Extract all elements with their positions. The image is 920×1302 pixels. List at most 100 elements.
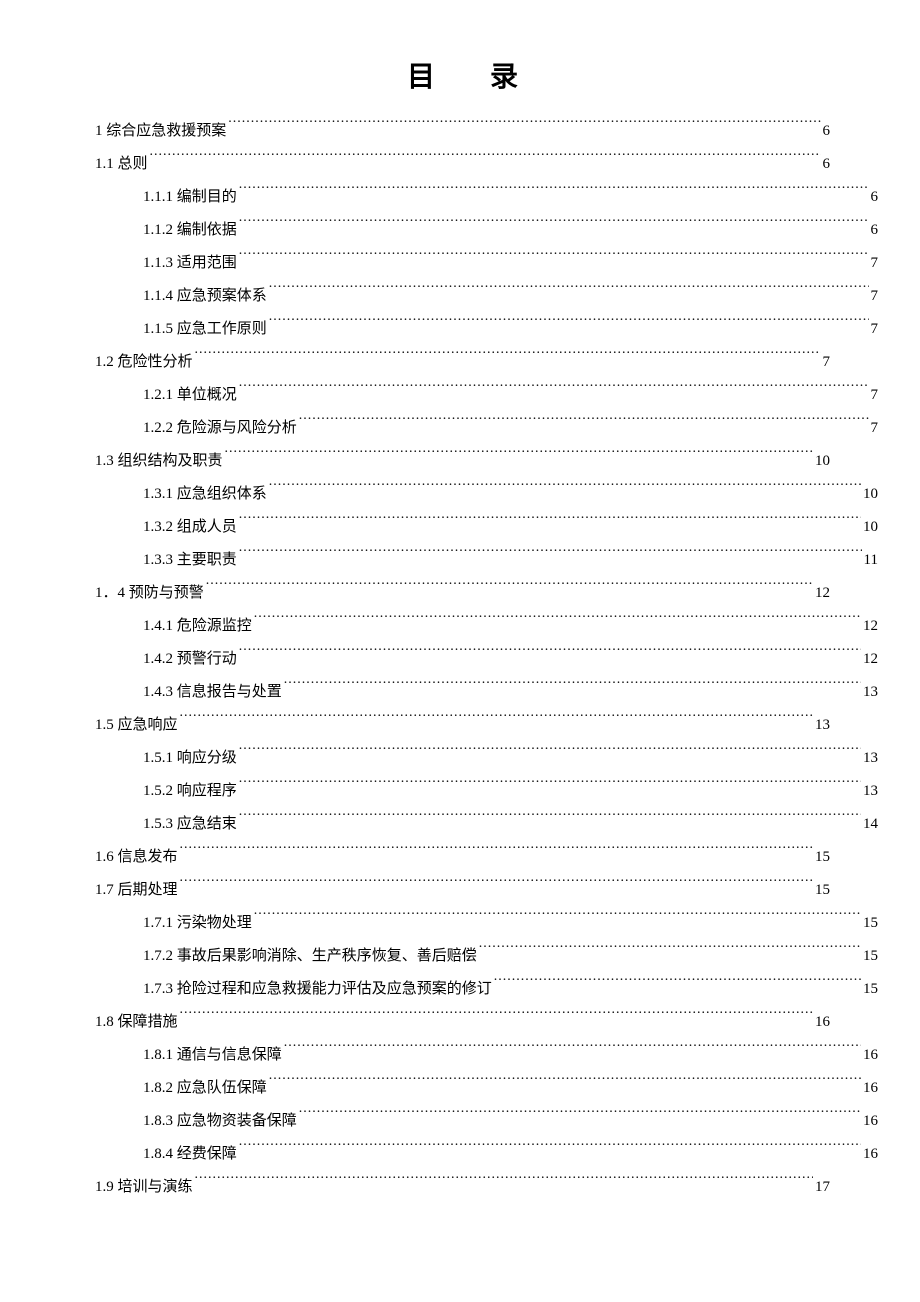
toc-entry: 1.7.1 污染物处理15 bbox=[95, 907, 878, 940]
toc-leader-dots bbox=[269, 483, 861, 498]
toc-leader-dots bbox=[195, 351, 821, 366]
toc-leader-dots bbox=[239, 384, 869, 399]
toc-entry: 1.4.3 信息报告与处置 13 bbox=[95, 676, 878, 709]
toc-leader-dots bbox=[254, 615, 861, 630]
toc-entry-page: 13 bbox=[863, 742, 878, 775]
toc-entry-label: 1.3.2 组成人员 bbox=[143, 511, 237, 544]
toc-leader-dots bbox=[180, 879, 813, 894]
toc-entry-label: 1.4.3 信息报告与处置 bbox=[143, 676, 282, 709]
toc-entry-page: 16 bbox=[863, 1138, 878, 1171]
toc-entry-page: 7 bbox=[871, 379, 879, 412]
toc-entry-page: 17 bbox=[815, 1171, 830, 1204]
toc-leader-dots bbox=[269, 285, 869, 300]
toc-entry-page: 15 bbox=[815, 841, 830, 874]
toc-leader-dots bbox=[239, 813, 861, 828]
toc-entry-label: 1.6 信息发布 bbox=[95, 841, 178, 874]
toc-entry-label: 1.3.1 应急组织体系 bbox=[143, 478, 267, 511]
toc-entry-page: 10 bbox=[815, 445, 830, 478]
toc-leader-dots bbox=[150, 153, 821, 168]
toc-entry-page: 6 bbox=[823, 115, 831, 148]
toc-entry-page: 13 bbox=[863, 676, 878, 709]
toc-entry: 1.1.2 编制依据 6 bbox=[95, 214, 878, 247]
toc-entry-label: 1.4.1 危险源监控 bbox=[143, 610, 252, 643]
toc-entry-label: 1.5.1 响应分级 bbox=[143, 742, 237, 775]
toc-entry-page: 10 bbox=[863, 511, 878, 544]
toc-entry: 1.4.1 危险源监控 12 bbox=[95, 610, 878, 643]
toc-entry: 1.7.3 抢险过程和应急救援能力评估及应急预案的修订15 bbox=[95, 973, 878, 1006]
toc-entry-label: 1.1.4 应急预案体系 bbox=[143, 280, 267, 313]
toc-entry-page: 6 bbox=[823, 148, 831, 181]
toc-entry-label: 1．4 预防与预警 bbox=[95, 577, 204, 610]
toc-entry-label: 1.3 组织结构及职责 bbox=[95, 445, 223, 478]
toc-leader-dots bbox=[225, 450, 813, 465]
toc-entry-page: 12 bbox=[815, 577, 830, 610]
toc-leader-dots bbox=[239, 780, 861, 795]
toc-entry-label: 1.1.1 编制目的 bbox=[143, 181, 237, 214]
toc-entry: 1.6 信息发布 15 bbox=[95, 841, 830, 874]
toc-entry-label: 1.5.3 应急结束 bbox=[143, 808, 237, 841]
toc-leader-dots bbox=[239, 549, 862, 564]
toc-entry-label: 1.1.2 编制依据 bbox=[143, 214, 237, 247]
toc-entry-page: 7 bbox=[823, 346, 831, 379]
toc-entry: 1.3.3 主要职责 11 bbox=[95, 544, 878, 577]
toc-entry-label: 1.2.2 危险源与风险分析 bbox=[143, 412, 297, 445]
toc-entry: 1.8 保障措施16 bbox=[95, 1006, 830, 1039]
toc-leader-dots bbox=[239, 1143, 861, 1158]
toc-entry-label: 1.8.3 应急物资装备保障 bbox=[143, 1105, 297, 1138]
toc-entry-label: 1.5 应急响应 bbox=[95, 709, 178, 742]
toc-leader-dots bbox=[239, 747, 861, 762]
toc-leader-dots bbox=[299, 417, 869, 432]
toc-leader-dots bbox=[284, 681, 861, 696]
toc-entry-page: 7 bbox=[871, 247, 879, 280]
toc-entry: 1.1.3 适用范围 7 bbox=[95, 247, 878, 280]
toc-entry-label: 1.1.3 适用范围 bbox=[143, 247, 237, 280]
toc-entry-label: 1.7.3 抢险过程和应急救援能力评估及应急预案的修订 bbox=[143, 973, 492, 1006]
toc-entry: 1.4.2 预警行动12 bbox=[95, 643, 878, 676]
toc-entry-label: 1.7.2 事故后果影响消除、生产秩序恢复、善后赔偿 bbox=[143, 940, 477, 973]
toc-entry-page: 12 bbox=[863, 610, 878, 643]
toc-entry-page: 10 bbox=[863, 478, 878, 511]
toc-leader-dots bbox=[299, 1110, 861, 1125]
toc-leader-dots bbox=[239, 516, 861, 531]
toc-entry-page: 13 bbox=[863, 775, 878, 808]
toc-entry: 1 综合应急救援预案6 bbox=[95, 115, 830, 148]
toc-leader-dots bbox=[206, 582, 813, 597]
toc-leader-dots bbox=[284, 1044, 861, 1059]
toc-entry: 1.8.1 通信与信息保障16 bbox=[95, 1039, 878, 1072]
toc-entry-page: 16 bbox=[863, 1072, 878, 1105]
toc-leader-dots bbox=[239, 252, 869, 267]
toc-leader-dots bbox=[180, 1011, 813, 1026]
toc-entry-page: 16 bbox=[863, 1039, 878, 1072]
toc-leader-dots bbox=[269, 1077, 861, 1092]
toc-entry-page: 7 bbox=[871, 313, 879, 346]
toc-entry: 1.7 后期处理15 bbox=[95, 874, 830, 907]
toc-entry-label: 1.1.5 应急工作原则 bbox=[143, 313, 267, 346]
toc-entry-label: 1.1 总则 bbox=[95, 148, 148, 181]
toc-entry-label: 1.9 培训与演练 bbox=[95, 1171, 193, 1204]
toc-leader-dots bbox=[254, 912, 861, 927]
toc-entry: 1.5.2 响应程序 13 bbox=[95, 775, 878, 808]
toc-leader-dots bbox=[180, 846, 813, 861]
toc-leader-dots bbox=[239, 219, 869, 234]
toc-leader-dots bbox=[479, 945, 861, 960]
toc-entry-label: 1.3.3 主要职责 bbox=[143, 544, 237, 577]
toc-leader-dots bbox=[239, 648, 861, 663]
toc-leader-dots bbox=[195, 1176, 813, 1191]
toc-entry: 1.2.2 危险源与风险分析 7 bbox=[95, 412, 878, 445]
toc-entry: 1.3 组织结构及职责 10 bbox=[95, 445, 830, 478]
toc-entry-page: 7 bbox=[871, 412, 879, 445]
toc-entry: 1.2 危险性分析 7 bbox=[95, 346, 830, 379]
toc-entry: 1.5.1 响应分级 13 bbox=[95, 742, 878, 775]
toc-entry: 1.8.4 经费保障16 bbox=[95, 1138, 878, 1171]
toc-entry: 1.8.3 应急物资装备保障16 bbox=[95, 1105, 878, 1138]
toc-entry: 1.9 培训与演练 17 bbox=[95, 1171, 830, 1204]
toc-entry: 1.5 应急响应13 bbox=[95, 709, 830, 742]
toc-entry-label: 1.2.1 单位概况 bbox=[143, 379, 237, 412]
toc-entry-label: 1.2 危险性分析 bbox=[95, 346, 193, 379]
toc-entry-label: 1.4.2 预警行动 bbox=[143, 643, 237, 676]
toc-entry-label: 1.5.2 响应程序 bbox=[143, 775, 237, 808]
toc-entry: 1.3.1 应急组织体系 10 bbox=[95, 478, 878, 511]
toc-entry-page: 11 bbox=[864, 544, 878, 577]
toc-entry-page: 7 bbox=[871, 280, 879, 313]
toc-entry-page: 6 bbox=[871, 214, 879, 247]
